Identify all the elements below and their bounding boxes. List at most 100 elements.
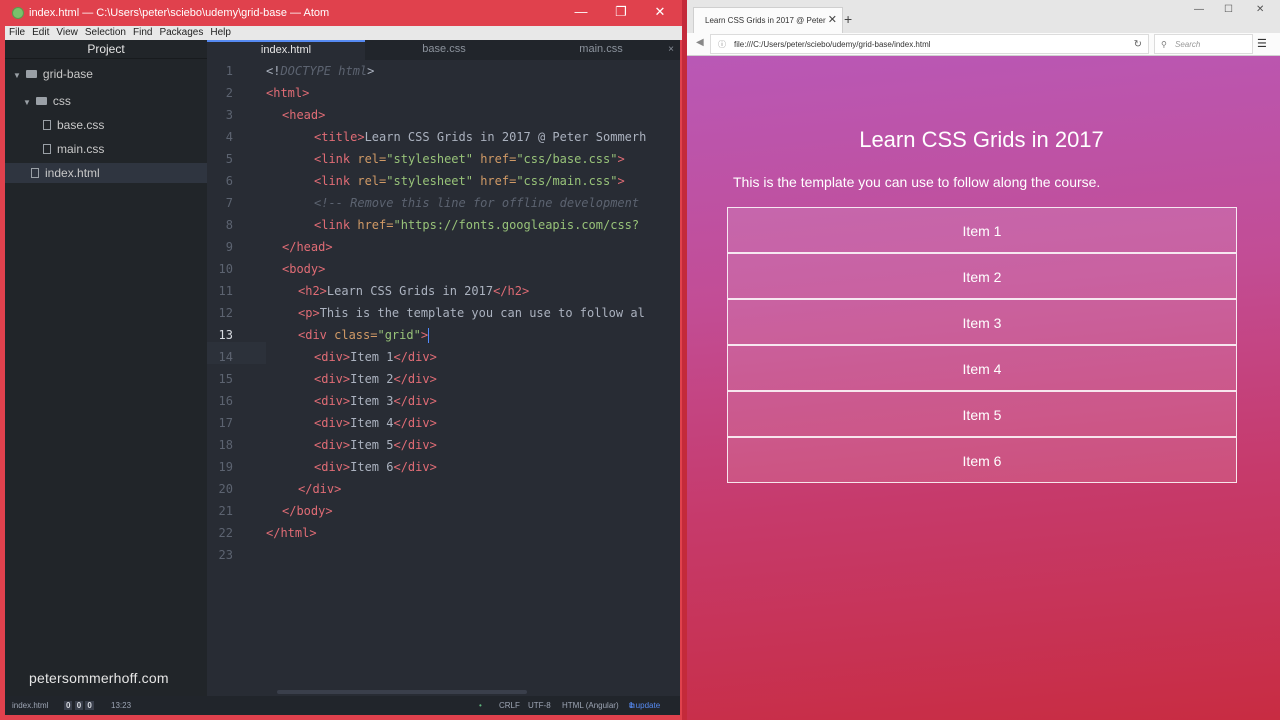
menu-view[interactable]: View <box>52 26 81 40</box>
code-area[interactable]: <!DOCTYPE html> <html> <head> <title>Lea… <box>266 60 680 715</box>
menu-help[interactable]: Help <box>206 26 234 40</box>
count-badge: 0 <box>85 701 94 710</box>
folder-icon <box>35 96 47 105</box>
code-line-17: <div>Item 4</div> <box>314 412 437 434</box>
code-line-2: <html> <box>266 86 310 100</box>
count-badge: 0 <box>74 701 84 710</box>
token: <div> <box>314 394 351 408</box>
git-status-icon: • <box>479 701 482 710</box>
close-button[interactable]: ✕ <box>1256 4 1264 15</box>
menu-packages[interactable]: Packages <box>155 26 206 40</box>
menu-edit[interactable]: Edit <box>28 26 52 40</box>
status-bar: index.html 0 0 0 13:23 • CRLF UTF-8 HTML… <box>5 696 680 715</box>
close-button[interactable]: ✕ <box>641 0 679 26</box>
token: This is the template you can use to foll… <box>319 306 645 320</box>
maximize-button[interactable]: ❐ <box>602 0 640 26</box>
token: <h2> <box>298 284 327 298</box>
token: "grid" <box>377 328 421 342</box>
code-line-1: <!DOCTYPE html> <box>266 60 374 82</box>
token: Item 4 <box>350 416 394 430</box>
back-arrow-icon[interactable]: ◀ <box>696 37 704 48</box>
line-number: 12 <box>218 306 233 320</box>
line-number: 14 <box>218 350 233 364</box>
token: <link <box>314 174 358 188</box>
code-line-5: <link rel="stylesheet" href="css/base.cs… <box>314 148 625 170</box>
token: <div <box>298 328 335 342</box>
token: </div> <box>393 394 437 408</box>
grid-item: Item 4 <box>727 345 1237 391</box>
line-number: 23 <box>218 548 233 562</box>
status-file[interactable]: index.html <box>12 696 48 715</box>
tree-folder-css[interactable]: ▼ css <box>23 91 71 111</box>
grid-item: Item 2 <box>727 253 1237 299</box>
menu-find[interactable]: Find <box>129 26 155 40</box>
line-number-current: 13 <box>218 328 233 342</box>
code-line-11: <h2>Learn CSS Grids in 2017</h2> <box>298 280 529 302</box>
update-label: 1 update <box>629 701 661 710</box>
hamburger-menu-icon[interactable]: ☰ <box>1257 37 1269 50</box>
token: <div> <box>314 416 351 430</box>
tree-file-base-css[interactable]: base.css <box>43 115 104 135</box>
status-cursor-position[interactable]: 13:23 <box>111 696 131 715</box>
status-line-ending[interactable]: CRLF <box>499 696 520 715</box>
tab-main-css[interactable]: main.css × <box>522 40 680 60</box>
token: href= <box>472 152 517 166</box>
line-number: 18 <box>218 438 233 452</box>
url-bar[interactable]: ⓘ file:///C:/Users/peter/sciebo/udemy/gr… <box>710 34 1149 54</box>
browser-tab[interactable]: Learn CSS Grids in 2017 @ Peter ✕ <box>693 7 843 33</box>
token: <link <box>314 152 358 166</box>
tree-file-main-css[interactable]: main.css <box>43 139 104 159</box>
token: </div> <box>393 372 437 386</box>
code-line-21: </body> <box>282 504 333 518</box>
tree-file-label: main.css <box>57 142 105 156</box>
browser-tab-title: Learn CSS Grids in 2017 @ Peter <box>705 16 826 25</box>
line-number-gutter: 1 2 3 4 5 6 7 8 9 10 11 12 13 14 15 16 1… <box>207 60 266 715</box>
token: Item 5 <box>350 438 394 452</box>
code-line-12: <p>This is the template you can use to f… <box>298 302 645 324</box>
close-icon[interactable]: × <box>668 40 674 59</box>
atom-titlebar: index.html — C:\Users\peter\sciebo\udemy… <box>0 0 682 26</box>
tree-file-label: base.css <box>57 118 105 132</box>
menu-selection[interactable]: Selection <box>81 26 129 40</box>
line-number: 20 <box>218 482 233 496</box>
tree-folder-root-label: grid-base <box>42 67 93 81</box>
token: Item 2 <box>350 372 394 386</box>
reload-icon[interactable]: ↻ <box>1134 35 1142 54</box>
token: > <box>367 64 375 78</box>
menu-file[interactable]: File <box>5 26 28 40</box>
code-line-6: <link rel="stylesheet" href="css/main.cs… <box>314 170 625 192</box>
token: Item 3 <box>350 394 394 408</box>
tree-folder-root[interactable]: ▼ grid-base <box>13 64 93 84</box>
code-line-20: </div> <box>298 482 342 496</box>
line-number: 10 <box>218 262 233 276</box>
token: href= <box>357 218 394 232</box>
editor-pane: index.html base.css main.css × 1 2 3 4 5… <box>207 40 680 715</box>
maximize-button[interactable]: ☐ <box>1224 4 1233 15</box>
status-counts[interactable]: 0 0 0 <box>64 696 94 715</box>
minimize-button[interactable]: — <box>1194 4 1204 15</box>
new-tab-button[interactable]: + <box>844 12 852 26</box>
tab-index-html[interactable]: index.html <box>207 40 365 60</box>
horizontal-scrollbar[interactable] <box>277 690 527 694</box>
tree-header: Project <box>5 40 207 59</box>
token: > <box>617 174 625 188</box>
token: </div> <box>393 416 437 430</box>
token: "css/main.css" <box>516 174 618 188</box>
chevron-down-icon: ▼ <box>23 98 31 107</box>
atom-workspace: Project ▼ grid-base ▼ css base.css main.cs… <box>5 40 680 715</box>
grid-item: Item 1 <box>727 207 1237 253</box>
search-box[interactable]: ⚲ Search <box>1154 34 1253 54</box>
info-icon[interactable]: ⓘ <box>718 35 726 54</box>
token: <div> <box>314 350 351 364</box>
status-encoding[interactable]: UTF-8 <box>528 696 551 715</box>
line-number: 6 <box>225 174 233 188</box>
page-heading: Learn CSS Grids in 2017 <box>859 127 1104 152</box>
minimize-button[interactable]: — <box>562 0 600 26</box>
line-number: 8 <box>225 218 233 232</box>
tab-base-css[interactable]: base.css <box>365 40 523 60</box>
search-placeholder: Search <box>1175 40 1201 49</box>
tree-file-index-html[interactable]: index.html <box>5 163 207 183</box>
close-icon[interactable]: ✕ <box>828 8 837 33</box>
code-line-7: <!-- Remove this line for offline develo… <box>314 196 640 210</box>
status-grammar[interactable]: HTML (Angular) <box>562 696 619 715</box>
